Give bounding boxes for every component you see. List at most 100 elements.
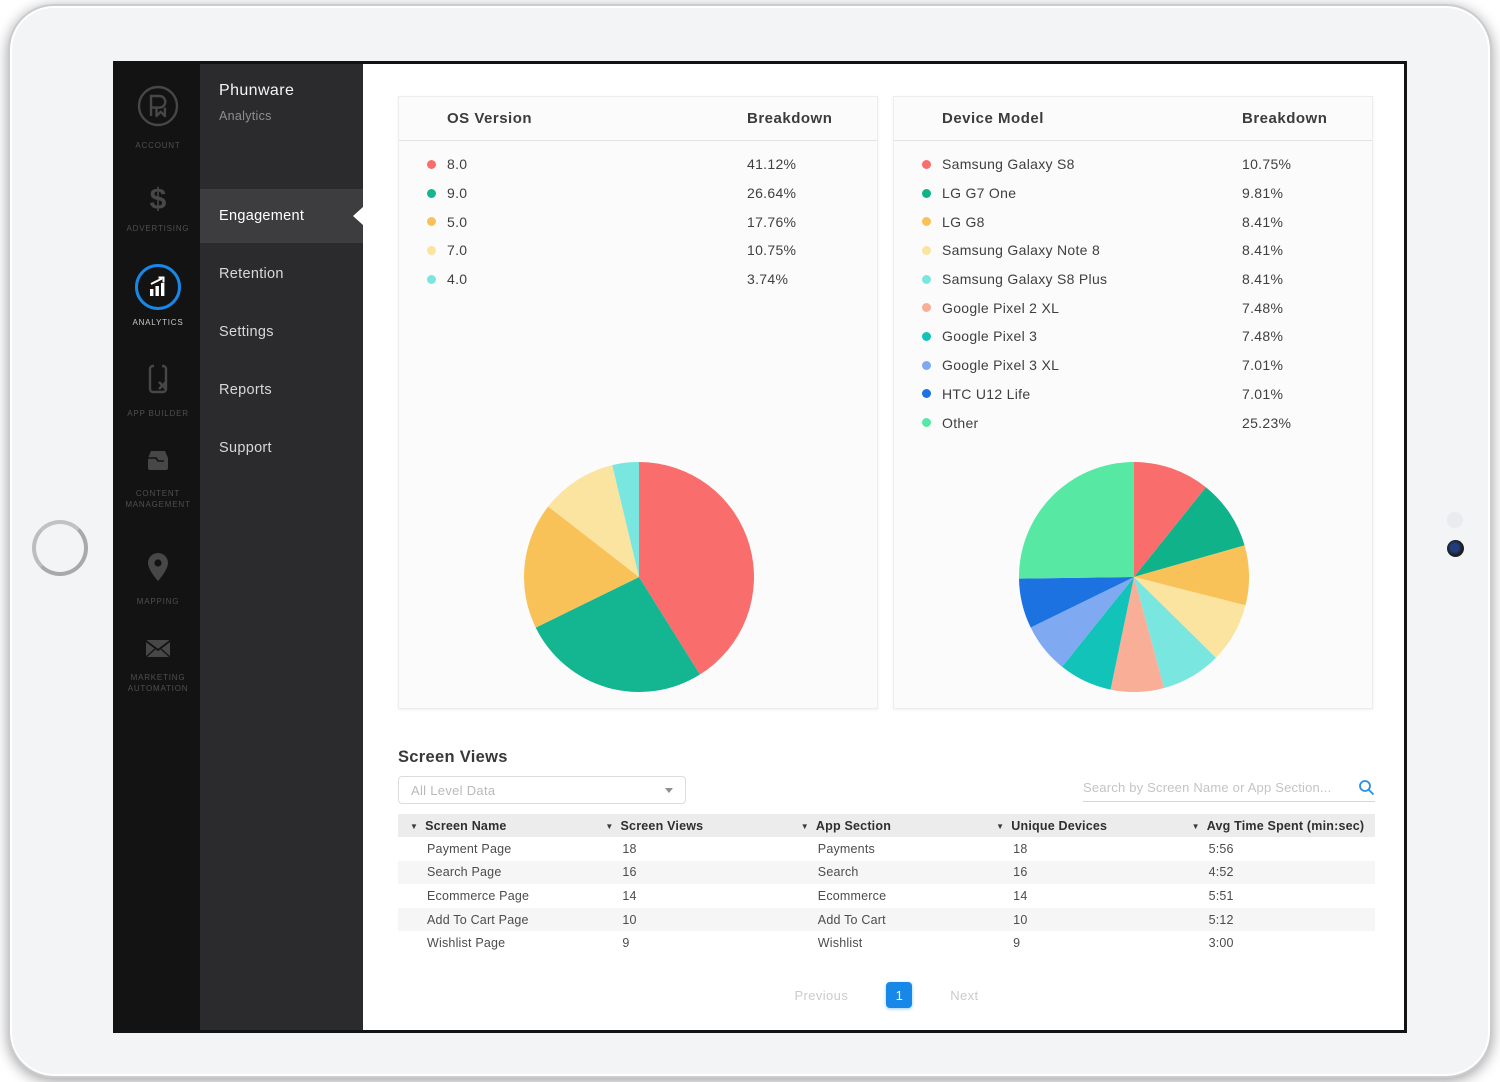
- device-model-pie-chart: [1019, 462, 1249, 692]
- nav-item-settings[interactable]: Settings: [200, 305, 363, 359]
- legend-color-dot: [427, 275, 436, 284]
- sidebar-item-mapping[interactable]: MAPPING: [116, 550, 200, 607]
- legend-value: 8.41%: [1242, 242, 1283, 258]
- legend-value: 3.74%: [747, 271, 788, 287]
- legend-label: Samsung Galaxy Note 8: [942, 242, 1100, 258]
- cell-screen-name: Payment Page: [398, 837, 593, 861]
- level-filter-dropdown[interactable]: All Level Data: [398, 776, 686, 804]
- dropdown-value: All Level Data: [411, 783, 665, 798]
- secondary-nav: Phunware Analytics Engagement Retention …: [200, 64, 363, 1030]
- column-header-avg-time[interactable]: ▼Avg Time Spent (min:sec): [1180, 814, 1375, 837]
- nav-item-reports[interactable]: Reports: [200, 363, 363, 417]
- search-icon[interactable]: [1358, 779, 1375, 796]
- sort-icon: ▼: [410, 822, 418, 831]
- legend-label: HTC U12 Life: [942, 386, 1030, 402]
- sidebar-item-account[interactable]: ACCOUNT: [116, 84, 200, 151]
- cell-app-section: Search: [789, 861, 984, 885]
- app-title: Phunware: [219, 82, 294, 100]
- nav-item-label: Retention: [219, 266, 284, 282]
- cell-unique-devices: 10: [984, 908, 1179, 932]
- sidebar-item-analytics[interactable]: ANALYTICS: [116, 264, 200, 328]
- legend-value: 10.75%: [1242, 156, 1291, 172]
- page-number-button[interactable]: 1: [886, 982, 912, 1008]
- legend-item: Google Pixel 3 7.48%: [894, 322, 1372, 351]
- column-header-unique-devices[interactable]: ▼Unique Devices: [984, 814, 1179, 837]
- nav-item-retention[interactable]: Retention: [200, 247, 363, 301]
- device-model-card: Device Model Breakdown Samsung Galaxy S8…: [893, 96, 1373, 709]
- nav-item-engagement[interactable]: Engagement: [200, 189, 363, 243]
- card-title: Device Model: [942, 110, 1044, 127]
- cell-unique-devices: 18: [984, 837, 1179, 861]
- legend-item: 4.0 3.74%: [399, 265, 877, 294]
- cell-screen-views: 14: [593, 884, 788, 908]
- sidebar-item-label: MARKETING AUTOMATION: [119, 672, 197, 694]
- sidebar-item-label: ACCOUNT: [119, 140, 197, 151]
- archive-box-icon: [141, 446, 175, 481]
- sort-icon: ▼: [1192, 822, 1200, 831]
- cell-screen-views: 16: [593, 861, 788, 885]
- legend-value: 7.01%: [1242, 357, 1283, 373]
- legend-label: Other: [942, 415, 979, 431]
- cell-avg-time: 3:00: [1180, 931, 1375, 955]
- sidebar-item-app-builder[interactable]: APP BUILDER: [116, 362, 200, 419]
- legend-color-dot: [427, 189, 436, 198]
- legend-label: 4.0: [447, 271, 467, 287]
- table-row: Search Page 16 Search 16 4:52: [398, 861, 1375, 885]
- legend-color-dot: [427, 160, 436, 169]
- column-header-screen-name[interactable]: ▼ Screen Name: [398, 814, 593, 837]
- sidebar-item-advertising[interactable]: $ ADVERTISING: [116, 184, 200, 234]
- legend-item: LG G8 8.41%: [894, 207, 1372, 236]
- cell-app-section: Payments: [789, 837, 984, 861]
- column-header-screen-views[interactable]: ▼ Screen Views: [593, 814, 788, 837]
- legend-value: 8.41%: [1242, 271, 1283, 287]
- legend-item: Google Pixel 3 XL 7.01%: [894, 351, 1372, 380]
- sort-icon: ▼: [996, 822, 1004, 831]
- legend-color-dot: [922, 189, 931, 198]
- sidebar-item-marketing-automation[interactable]: MARKETING AUTOMATION: [116, 636, 200, 694]
- screen-views-table: ▼Screen Name ▼Screen Views ▼App Section …: [398, 814, 1375, 955]
- column-header-app-section[interactable]: ▼App Section: [789, 814, 984, 837]
- nav-item-label: Support: [219, 440, 272, 456]
- search-input[interactable]: [1083, 780, 1358, 795]
- legend-item: 7.0 10.75%: [399, 236, 877, 265]
- legend-value: 7.01%: [1242, 386, 1283, 402]
- sort-icon: ▼: [605, 822, 613, 831]
- nav-item-label: Reports: [219, 382, 272, 398]
- sidebar-item-label: CONTENT MANAGEMENT: [119, 488, 197, 510]
- cell-avg-time: 5:12: [1180, 908, 1375, 932]
- legend-color-dot: [922, 418, 931, 427]
- column-label: Screen Name: [425, 819, 506, 833]
- icon-rail: ACCOUNT $ ADVERTISING ANALYTICS: [116, 64, 200, 1030]
- column-label: Screen Views: [621, 819, 704, 833]
- legend-color-dot: [922, 275, 931, 284]
- table-header-row: ▼Screen Name ▼Screen Views ▼App Section …: [398, 814, 1375, 837]
- chevron-down-icon: [665, 788, 673, 793]
- legend-value: 26.64%: [747, 185, 796, 201]
- legend-item: 8.0 41.12%: [399, 150, 877, 179]
- sidebar-item-content-management[interactable]: CONTENT MANAGEMENT: [116, 446, 200, 510]
- cell-screen-views: 18: [593, 837, 788, 861]
- cell-screen-views: 9: [593, 931, 788, 955]
- bar-chart-icon: [135, 264, 181, 310]
- nav-item-label: Settings: [219, 324, 274, 340]
- legend-value: 9.81%: [1242, 185, 1283, 201]
- sidebar-item-label: MAPPING: [119, 596, 197, 607]
- legend-item: Other 25.23%: [894, 408, 1372, 437]
- legend-color-dot: [922, 217, 931, 226]
- previous-button[interactable]: Previous: [794, 988, 848, 1003]
- cell-unique-devices: 9: [984, 931, 1179, 955]
- cell-screen-views: 10: [593, 908, 788, 932]
- home-button[interactable]: [32, 520, 88, 576]
- legend-label: Samsung Galaxy S8 Plus: [942, 271, 1107, 287]
- legend-color-dot: [427, 246, 436, 255]
- card-title: OS Version: [447, 110, 532, 127]
- legend-color-dot: [922, 246, 931, 255]
- cell-screen-name: Ecommerce Page: [398, 884, 593, 908]
- legend-color-dot: [922, 160, 931, 169]
- next-button[interactable]: Next: [950, 988, 978, 1003]
- device-legend: Samsung Galaxy S8 10.75% LG G7 One 9.81%…: [894, 141, 1372, 437]
- legend-label: Google Pixel 3 XL: [942, 357, 1059, 373]
- nav-item-support[interactable]: Support: [200, 421, 363, 475]
- cell-unique-devices: 14: [984, 884, 1179, 908]
- legend-color-dot: [922, 389, 931, 398]
